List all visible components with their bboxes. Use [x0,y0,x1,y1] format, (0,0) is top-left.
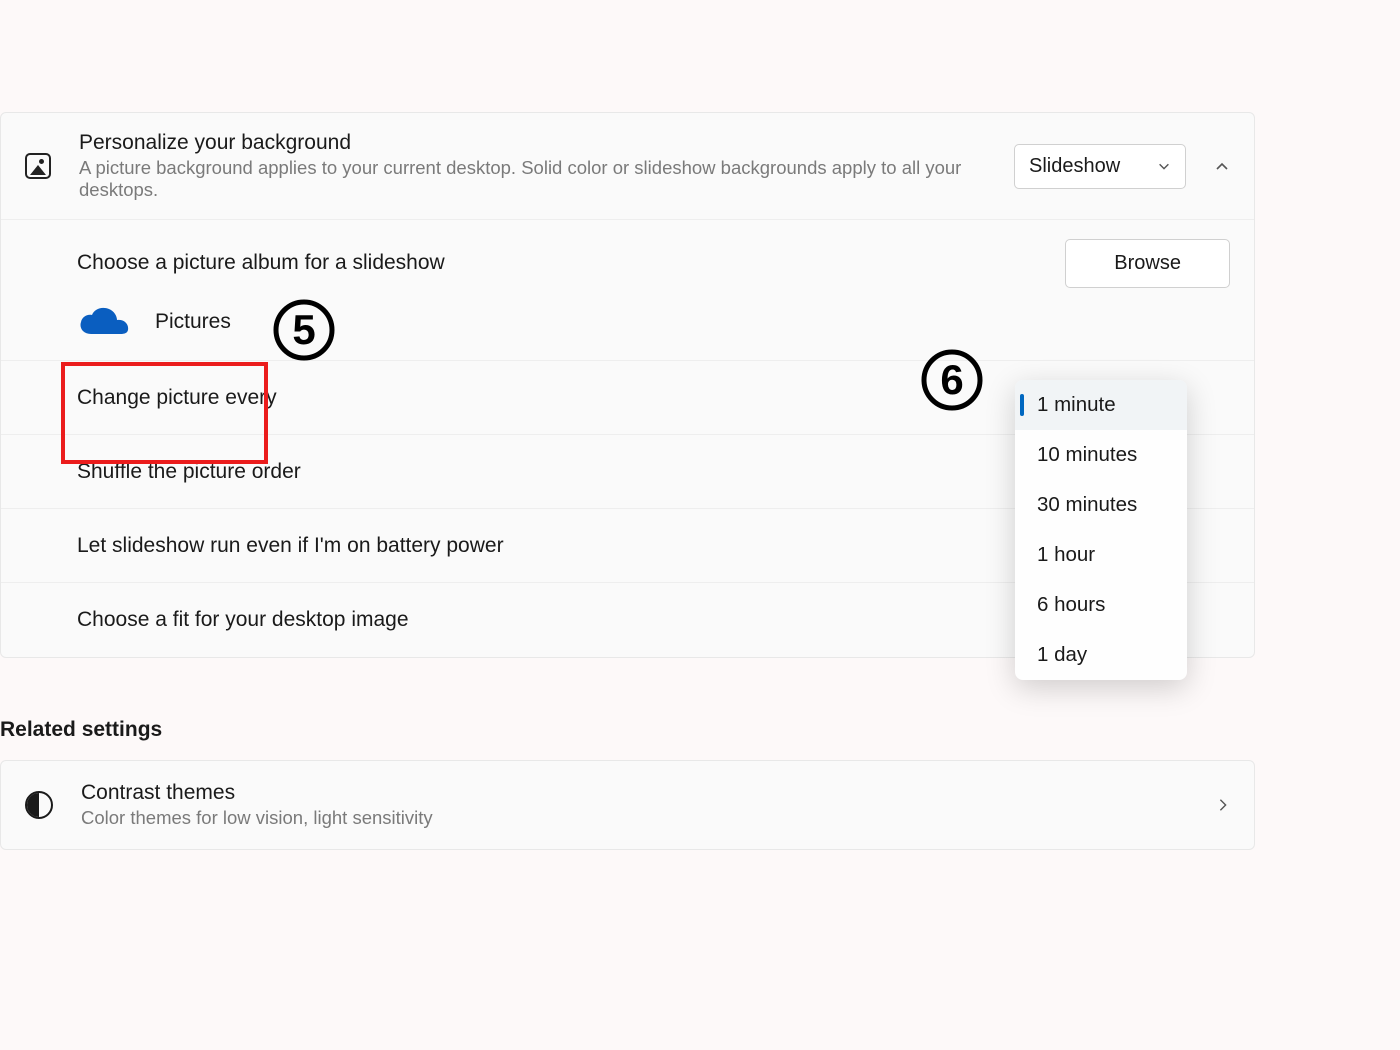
header-texts: Personalize your background A picture ba… [79,131,1014,201]
contrast-sub: Color themes for low vision, light sensi… [81,807,1216,829]
change-picture-every-label: Change picture every [77,386,277,410]
battery-label: Let slideshow run even if I'm on battery… [77,534,504,558]
dropdown-option-1-day[interactable]: 1 day [1015,630,1187,680]
contrast-title: Contrast themes [81,781,1216,805]
section-title: Personalize your background [79,131,1014,155]
contrast-icon [25,791,53,819]
collapse-chevron-up-icon[interactable] [1214,158,1230,174]
shuffle-label: Shuffle the picture order [77,460,301,484]
contrast-texts: Contrast themes Color themes for low vis… [81,781,1216,829]
dropdown-option-30-minutes[interactable]: 30 minutes [1015,480,1187,530]
chevron-right-icon [1216,798,1230,812]
choose-album-row: Choose a picture album for a slideshow B… [1,220,1254,294]
dropdown-option-1-hour[interactable]: 1 hour [1015,530,1187,580]
fit-label: Choose a fit for your desktop image [77,608,409,632]
interval-dropdown-menu: 1 minute 10 minutes 30 minutes 1 hour 6 … [1015,380,1187,680]
dropdown-option-6-hours[interactable]: 6 hours [1015,580,1187,630]
album-container: Pictures [1,294,1254,361]
chevron-down-icon [1157,159,1171,173]
album-name: Pictures [155,310,231,334]
dropdown-option-10-minutes[interactable]: 10 minutes [1015,430,1187,480]
dropdown-value: Slideshow [1029,155,1120,178]
browse-button[interactable]: Browse [1065,239,1230,288]
dropdown-option-1-minute[interactable]: 1 minute [1015,380,1187,430]
onedrive-icon [77,304,133,340]
album-item-pictures[interactable]: Pictures [77,304,1178,340]
related-settings-heading: Related settings [0,718,1400,742]
contrast-themes-row[interactable]: Contrast themes Color themes for low vis… [0,760,1255,850]
choose-album-label: Choose a picture album for a slideshow [77,251,445,275]
picture-icon [25,153,51,179]
background-type-dropdown[interactable]: Slideshow [1014,144,1186,189]
personalize-header-row[interactable]: Personalize your background A picture ba… [1,113,1254,220]
section-subtitle: A picture background applies to your cur… [79,157,1014,201]
